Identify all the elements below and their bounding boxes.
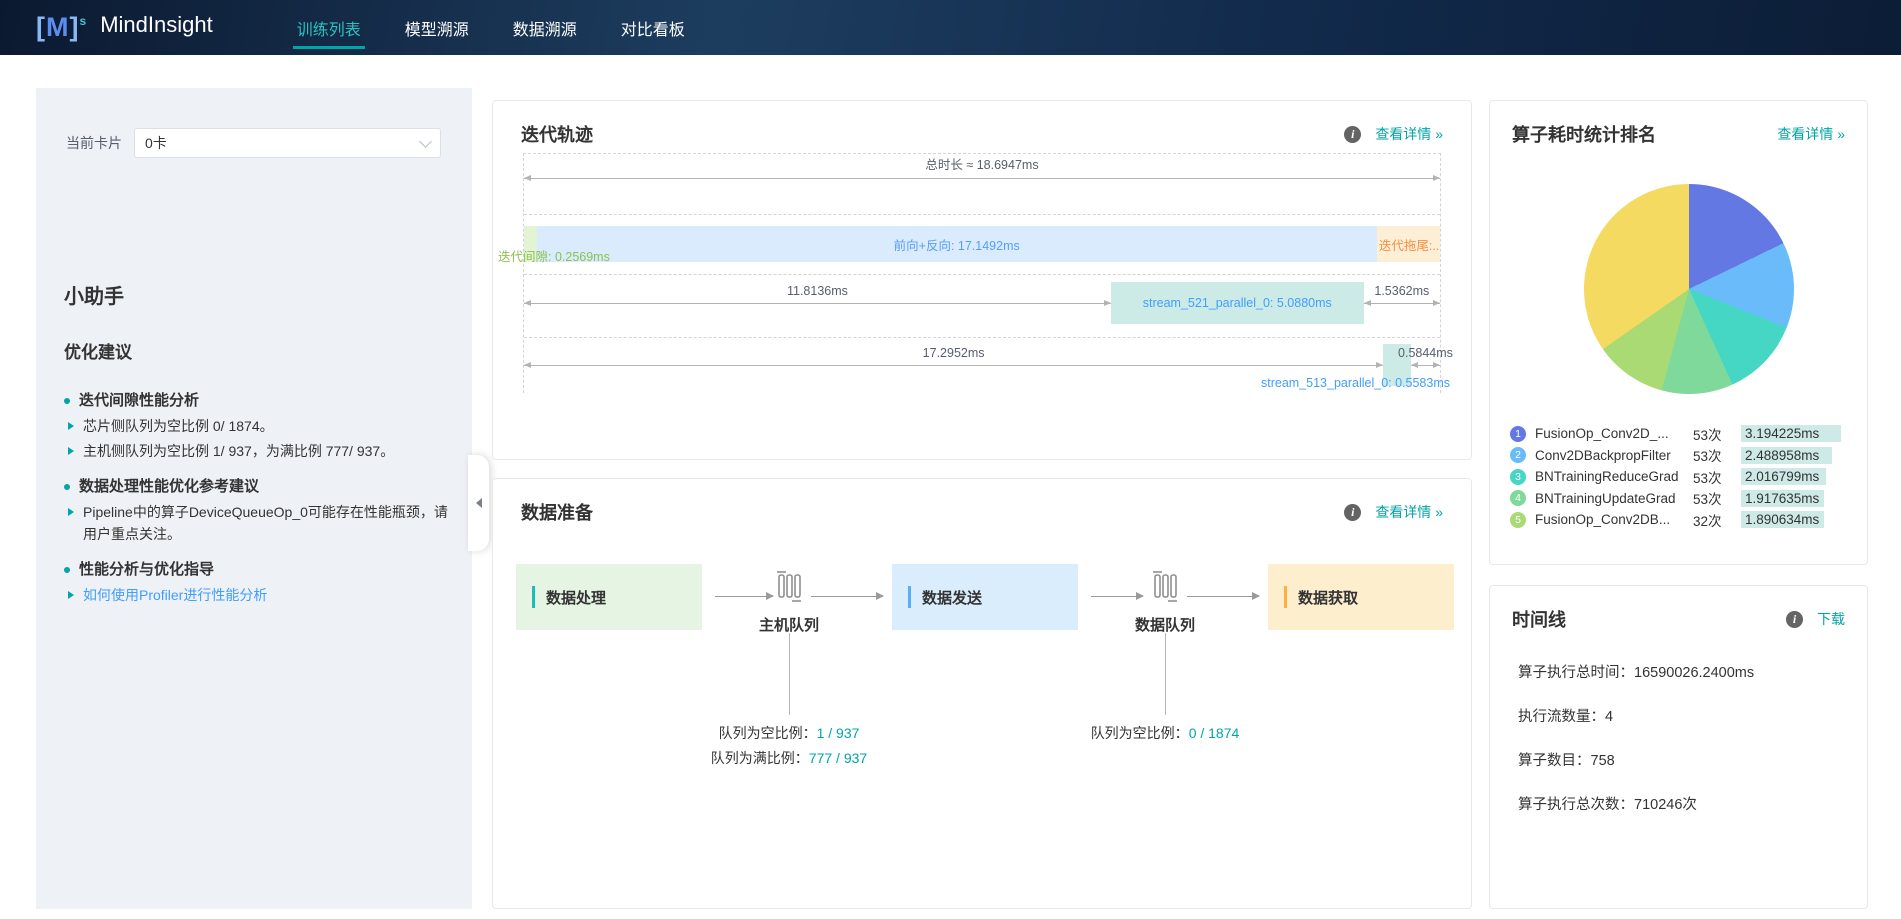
rank-badge: 2 [1510, 447, 1526, 463]
chevron-down-icon [419, 135, 432, 148]
duration-arrow: 1.5362ms [1364, 303, 1440, 304]
tab-model-lineage[interactable]: 模型溯源 [383, 0, 491, 55]
stream-513-label: stream_513_parallel_0: 0.5583ms [1261, 376, 1450, 390]
data-preparation-panel: 数据准备 i 查看详情 » 数据处理 主机队列 数据发送 [492, 478, 1472, 909]
bullet-dot-icon [64, 484, 70, 490]
queue-icon [1150, 571, 1180, 603]
duration-arrow: 17.2952ms [524, 365, 1383, 366]
suggestions-title: 优化建议 [64, 338, 132, 363]
bullet-dot-icon [64, 567, 70, 573]
suggestion-item: 主机侧队列为空比例 1/ 937，为满比例 777/ 937。 [64, 440, 449, 462]
sidebar-collapse-handle[interactable] [468, 455, 489, 551]
info-icon[interactable]: i [1344, 504, 1361, 521]
op-time-pie[interactable] [1584, 184, 1794, 394]
flow-step-data-process: 数据处理 [516, 564, 702, 630]
queue-icon [774, 571, 804, 603]
logo-superscript: s [80, 14, 87, 28]
host-queue: 主机队列 [729, 571, 849, 635]
flow-arrow-icon [1187, 596, 1259, 597]
data-preparation-detail-link[interactable]: 查看详情 » [1375, 502, 1443, 522]
logo-mark-icon: [M] [36, 12, 80, 43]
tab-data-lineage[interactable]: 数据溯源 [491, 0, 599, 55]
info-icon[interactable]: i [1344, 126, 1361, 143]
total-duration-arrow: 总时长 ≈ 18.6947ms [524, 178, 1440, 179]
brand-title: MindInsight [100, 12, 213, 38]
suggestion-group-title: 迭代间隙性能分析 [64, 390, 449, 412]
host-queue-stats: 队列为空比例：1 / 937 队列为满比例：777 / 937 [639, 721, 939, 771]
tab-training-list[interactable]: 训练列表 [275, 0, 383, 55]
duration-arrow: 0.5844ms [1411, 365, 1440, 366]
iteration-tail-bar: 迭代拖尾:... [1377, 226, 1440, 262]
profiler-guide-link[interactable]: 如何使用Profiler进行性能分析 [64, 584, 449, 606]
op-rank-list: 1 FusionOp_Conv2D_... 53次 3.194225ms 2 C… [1510, 423, 1849, 531]
caret-right-icon [68, 591, 74, 599]
op-rank-title: 算子耗时统计排名 [1512, 121, 1656, 147]
flow-step-data-fetch: 数据获取 [1268, 564, 1454, 630]
suggestion-item: Pipeline中的算子DeviceQueueOp_0可能存在性能瓶颈，请用户重… [64, 501, 449, 545]
stream-521-box: stream_521_parallel_0: 5.0880ms [1111, 282, 1364, 324]
rank-badge: 3 [1510, 469, 1526, 485]
assistant-sidebar: 当前卡片 0卡 小助手 优化建议 迭代间隙性能分析 芯片侧队列为空比例 0/ 1… [36, 88, 472, 909]
step-trace-detail-link[interactable]: 查看详情 » [1375, 124, 1443, 144]
rank-row: 2 Conv2DBackpropFilter 53次 2.488958ms [1510, 445, 1849, 467]
op-time-rank-panel: 算子耗时统计排名 查看详情 » 1 FusionOp_Conv2D_... 53… [1489, 100, 1868, 565]
rank-badge: 4 [1510, 490, 1526, 506]
connector-line [789, 633, 790, 715]
iteration-gap-label: 迭代间隙: 0.2569ms [498, 246, 610, 265]
fp-bp-bar: 前向+反向: 17.1492ms [537, 226, 1377, 262]
op-rank-detail-link[interactable]: 查看详情 » [1777, 124, 1845, 144]
suggestion-item: 芯片侧队列为空比例 0/ 1874。 [64, 415, 449, 437]
data-queue-stats: 队列为空比例：0 / 1874 [1015, 721, 1315, 746]
timeline-stats: 算子执行总时间：16590026.2400ms 执行流数量：4 算子数目：758… [1518, 638, 1754, 814]
card-select[interactable]: 0卡 [134, 128, 441, 158]
timeline-download-link[interactable]: 下载 [1817, 609, 1845, 629]
rank-row: 5 FusionOp_Conv2DB... 32次 1.890634ms [1510, 509, 1849, 531]
rank-row: 3 BNTrainingReduceGrad 53次 2.016799ms [1510, 466, 1849, 488]
rank-row: 1 FusionOp_Conv2D_... 53次 3.194225ms [1510, 423, 1849, 445]
data-preparation-title: 数据准备 [521, 499, 593, 525]
accent-bar [1284, 586, 1287, 608]
current-card-label: 当前卡片 [66, 133, 122, 153]
step-trace-panel: 迭代轨迹 i 查看详情 » 总时长 ≈ 18.6947ms 前向+反向: 17.… [492, 100, 1472, 460]
flow-step-data-send: 数据发送 [892, 564, 1078, 630]
stream-521-row: 11.8136ms stream_521_parallel_0: 5.0880m… [524, 282, 1440, 324]
duration-arrow: 11.8136ms [524, 303, 1111, 304]
total-duration-row: 总时长 ≈ 18.6947ms [524, 158, 1440, 198]
suggestions-list: 迭代间隙性能分析 芯片侧队列为空比例 0/ 1874。 主机侧队列为空比例 1/… [64, 376, 449, 606]
mindinsight-logo[interactable]: [M] s MindInsight [36, 12, 213, 43]
tab-comparison-board[interactable]: 对比看板 [599, 0, 707, 55]
caret-right-icon [68, 422, 74, 430]
caret-right-icon [68, 508, 74, 516]
accent-bar [908, 586, 911, 608]
flow-arrow-icon [811, 596, 883, 597]
collapse-left-icon [476, 498, 482, 508]
suggestion-group-title: 数据处理性能优化参考建议 [64, 476, 449, 498]
phase-bars-row: 前向+反向: 17.1492ms 迭代拖尾:... [524, 226, 1440, 262]
rank-badge: 1 [1510, 426, 1526, 442]
connector-line [1165, 633, 1166, 715]
step-trace-title: 迭代轨迹 [521, 121, 593, 147]
top-nav: [M] s MindInsight 训练列表 模型溯源 数据溯源 对比看板 [0, 0, 1901, 55]
data-queue: 数据队列 [1105, 571, 1225, 635]
timeline-title: 时间线 [1512, 606, 1566, 632]
caret-right-icon [68, 447, 74, 455]
info-icon[interactable]: i [1786, 611, 1803, 628]
suggestion-group-title: 性能分析与优化指导 [64, 559, 449, 581]
assistant-title: 小助手 [64, 280, 124, 309]
card-select-value: 0卡 [145, 133, 167, 153]
nav-tabs: 训练列表 模型溯源 数据溯源 对比看板 [275, 0, 707, 55]
step-trace-chart: 总时长 ≈ 18.6947ms 前向+反向: 17.1492ms 迭代拖尾:..… [523, 153, 1441, 393]
bullet-dot-icon [64, 398, 70, 404]
rank-badge: 5 [1510, 512, 1526, 528]
rank-row: 4 BNTrainingUpdateGrad 53次 1.917635ms [1510, 488, 1849, 510]
timeline-panel: 时间线 i 下载 算子执行总时间：16590026.2400ms 执行流数量：4… [1489, 585, 1868, 909]
accent-bar [532, 586, 535, 608]
